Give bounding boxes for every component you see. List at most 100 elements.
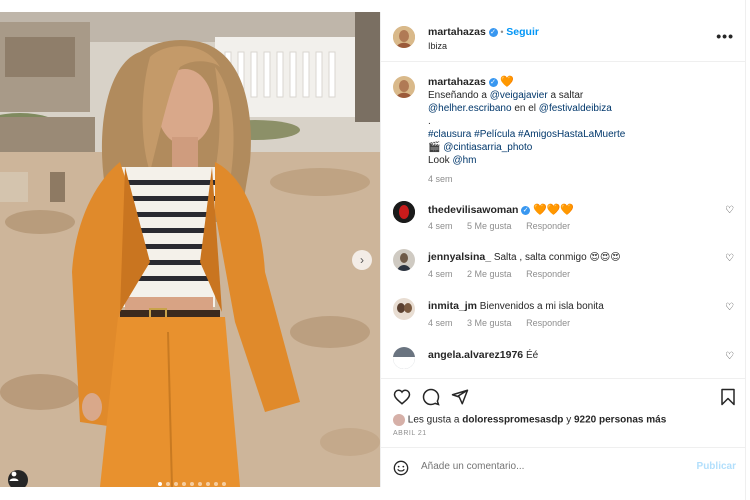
commenter-avatar[interactable] xyxy=(393,298,415,320)
avatar-image xyxy=(393,26,415,48)
post-date[interactable]: ABRIL 21 xyxy=(393,430,427,437)
user-icon xyxy=(9,471,19,481)
clapper-emoji: 🎬 xyxy=(428,142,441,153)
verified-badge-icon: ✓ xyxy=(488,27,498,37)
like-heart-icon[interactable] xyxy=(393,388,411,406)
carousel-dot xyxy=(166,482,170,486)
comment-input[interactable] xyxy=(421,461,671,472)
comment-meta: 4 sem 5 Me gusta Responder xyxy=(428,221,570,231)
caption-text: a saltar xyxy=(547,90,584,101)
comment-username[interactable]: angela.alvarez1976 xyxy=(428,349,523,361)
instagram-post-window: › martahazas ✓ • Seguir Ibiza ••• martah… xyxy=(0,0,750,500)
verified-badge-icon: ✓ xyxy=(488,77,498,87)
carousel-dot xyxy=(206,482,210,486)
comment-text: Bienvenidos a mi isla bonita xyxy=(479,301,604,312)
comments-list[interactable]: martahazas ✓ 🧡 Enseñando a @veigajavier … xyxy=(381,63,746,378)
verified-badge-icon: ✓ xyxy=(521,205,531,215)
comment-text: 🧡🧡🧡 xyxy=(533,204,575,216)
mention-link[interactable]: @cintiasarria_photo xyxy=(443,142,532,153)
carousel-dot xyxy=(158,482,162,486)
carousel-dot xyxy=(214,482,218,486)
hashtag-links[interactable]: #clausura #Película #AmigosHastaLaMuerte xyxy=(428,128,728,141)
post-actions-bar xyxy=(381,378,746,416)
comment-text-line: jennyalsina_ Salta , salta conmigo 😍😍😍 xyxy=(428,251,621,263)
liker-avatar[interactable] xyxy=(393,414,405,426)
comment-time[interactable]: 4 sem xyxy=(428,269,453,279)
likes-prefix: Les gusta a xyxy=(407,414,463,426)
reply-button[interactable]: Responder xyxy=(526,221,570,231)
comment-meta: 4 sem 3 Me gusta Responder xyxy=(428,318,570,328)
comment-likes[interactable]: 2 Me gusta xyxy=(467,269,512,279)
avatar-image xyxy=(393,249,415,271)
comment-text-line: angela.alvarez1976 Éé xyxy=(428,349,538,361)
photo-illustration xyxy=(0,12,380,487)
more-horizontal-icon[interactable]: ••• xyxy=(716,28,734,44)
caption-time[interactable]: 4 sem xyxy=(428,173,728,186)
author-avatar[interactable] xyxy=(393,26,415,48)
reply-button[interactable]: Responder xyxy=(526,318,570,328)
mention-link[interactable]: @helher.escribano xyxy=(428,103,512,114)
separator-dot: • xyxy=(500,27,504,37)
mention-link[interactable]: @hm xyxy=(452,155,476,166)
comment-username[interactable]: thedevilisawoman xyxy=(428,204,518,216)
like-comment-heart-icon[interactable]: ♡ xyxy=(725,205,734,216)
comment-time[interactable]: 4 sem xyxy=(428,318,453,328)
comment-bubble-icon[interactable] xyxy=(422,388,440,406)
carousel-dot xyxy=(222,482,226,486)
carousel-dot xyxy=(198,482,202,486)
post-caption: martahazas ✓ 🧡 Enseñando a @veigajavier … xyxy=(428,76,728,186)
post-details-panel: martahazas ✓ • Seguir Ibiza ••• martahaz… xyxy=(380,12,746,487)
post-photo[interactable]: › xyxy=(0,12,380,487)
publish-button[interactable]: Publicar xyxy=(697,461,736,472)
likes-count[interactable]: 9220 personas más xyxy=(574,415,666,426)
header-title-row: martahazas ✓ • Seguir xyxy=(428,26,539,38)
mention-link[interactable]: @veigajavier xyxy=(490,90,548,101)
like-comment-heart-icon[interactable]: ♡ xyxy=(725,253,734,264)
commenter-avatar[interactable] xyxy=(393,201,415,223)
mention-link[interactable]: @festivaldeibiza xyxy=(539,103,612,114)
add-comment-bar: Publicar xyxy=(381,447,746,487)
commenter-avatar[interactable] xyxy=(393,347,415,369)
liker-username[interactable]: doloresspromesasdp xyxy=(462,415,563,426)
like-comment-heart-icon[interactable]: ♡ xyxy=(725,351,734,362)
carousel-indicator xyxy=(158,482,226,486)
reply-button[interactable]: Responder xyxy=(526,269,570,279)
caption-dot: . xyxy=(428,116,431,127)
author-username[interactable]: martahazas xyxy=(428,26,486,38)
carousel-dot xyxy=(182,482,186,486)
comment-text-line: thedevilisawoman ✓ 🧡🧡🧡 xyxy=(428,203,574,216)
comment-text: Salta , salta conmigo 😍😍😍 xyxy=(493,252,621,263)
comment-meta: 4 sem 2 Me gusta Responder xyxy=(428,269,570,279)
save-bookmark-icon[interactable] xyxy=(719,388,737,406)
share-send-icon[interactable] xyxy=(451,388,469,406)
caption-author-avatar[interactable] xyxy=(393,76,415,98)
page-scrollbar[interactable] xyxy=(745,0,750,500)
avatar-image xyxy=(393,298,415,320)
next-image-button[interactable]: › xyxy=(352,250,372,270)
like-comment-heart-icon[interactable]: ♡ xyxy=(725,302,734,313)
carousel-dot xyxy=(174,482,178,486)
likes-connector: y xyxy=(563,414,574,426)
comment-likes[interactable]: 3 Me gusta xyxy=(467,318,512,328)
orange-heart-emoji: 🧡 xyxy=(500,76,515,88)
likes-summary: Les gusta a doloresspromesasdp y 9220 pe… xyxy=(393,414,666,426)
comment-time[interactable]: 4 sem xyxy=(428,221,453,231)
avatar-image xyxy=(393,201,415,223)
emoji-smiley-icon[interactable] xyxy=(393,460,409,476)
comment-username[interactable]: jennyalsina_ xyxy=(428,251,491,263)
caption-text: Enseñando a xyxy=(428,90,490,101)
carousel-dot xyxy=(190,482,194,486)
avatar-image xyxy=(393,76,415,98)
comment-text-line: inmita_jm Bienvenidos a mi isla bonita xyxy=(428,300,604,312)
comment-username[interactable]: inmita_jm xyxy=(428,300,477,312)
caption-username[interactable]: martahazas xyxy=(428,76,486,88)
post-header: martahazas ✓ • Seguir Ibiza ••• xyxy=(381,12,746,62)
follow-button[interactable]: Seguir xyxy=(506,26,539,38)
avatar-image xyxy=(393,347,415,369)
comment-likes[interactable]: 5 Me gusta xyxy=(467,221,512,231)
post-location[interactable]: Ibiza xyxy=(428,41,447,51)
commenter-avatar[interactable] xyxy=(393,249,415,271)
caption-text: Look xyxy=(428,155,453,166)
chevron-right-icon: › xyxy=(360,253,364,267)
tagged-users-button[interactable] xyxy=(8,470,28,487)
